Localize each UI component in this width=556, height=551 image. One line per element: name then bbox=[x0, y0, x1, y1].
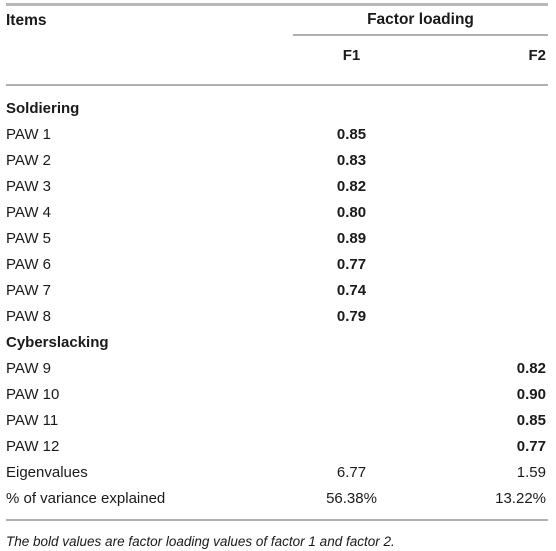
factor-loading-span-rule bbox=[293, 34, 548, 36]
row-label: Cyberslacking bbox=[6, 333, 109, 351]
row-label: % of variance explained bbox=[6, 489, 166, 507]
cell-f2: 0.85 bbox=[516, 411, 546, 429]
table-body: Soldiering PAW 1 0.85 PAW 2 0.83 PAW 3 0.82 PAW… bbox=[6, 86, 548, 511]
column-group-header-factor-loading: Factor loading bbox=[367, 11, 474, 28]
table-header-subrow: F1 F2 bbox=[6, 36, 548, 70]
row-label: Eigenvalues bbox=[6, 463, 88, 481]
row-label: PAW 3 bbox=[6, 177, 52, 195]
table-row: PAW 7 0.74 bbox=[6, 277, 548, 303]
cell-f1: 0.79 bbox=[336, 307, 367, 325]
row-label: PAW 7 bbox=[6, 281, 52, 299]
row-label: PAW 2 bbox=[6, 151, 52, 169]
row-label: PAW 11 bbox=[6, 411, 59, 429]
table-row: PAW 1 0.85 bbox=[6, 121, 548, 147]
cell-f1: 0.83 bbox=[336, 151, 367, 169]
cell-f1: 56.38% bbox=[326, 489, 377, 507]
table-row: PAW 11 0.85 bbox=[6, 407, 548, 433]
cell-f2: 0.82 bbox=[516, 359, 546, 377]
cell-f1: 6.77 bbox=[336, 463, 367, 481]
row-label: Soldiering bbox=[6, 99, 80, 117]
cell-f1: 0.74 bbox=[336, 281, 367, 299]
table-row: % of variance explained 56.38% 13.22% bbox=[6, 485, 548, 511]
row-label: PAW 10 bbox=[6, 385, 60, 403]
cell-f2: 13.22% bbox=[495, 489, 546, 507]
row-label: PAW 9 bbox=[6, 359, 52, 377]
table-group-row: Cyberslacking bbox=[6, 329, 548, 355]
cell-f2: 0.90 bbox=[516, 385, 546, 403]
table-row: Eigenvalues 6.77 1.59 bbox=[6, 459, 548, 485]
row-label: PAW 5 bbox=[6, 229, 52, 247]
row-label: PAW 4 bbox=[6, 203, 52, 221]
cell-f1: 0.82 bbox=[336, 177, 367, 195]
table-row: PAW 2 0.83 bbox=[6, 147, 548, 173]
cell-f1: 0.89 bbox=[336, 229, 367, 247]
table-row: PAW 9 0.82 bbox=[6, 355, 548, 381]
table-header-primary-row: Items Factor loading bbox=[6, 6, 548, 36]
table-row: PAW 12 0.77 bbox=[6, 433, 548, 459]
table-row: PAW 6 0.77 bbox=[6, 251, 548, 277]
table-body-bottom-gap bbox=[6, 511, 548, 519]
cell-f2: 0.77 bbox=[516, 437, 546, 455]
column-header-items: Items bbox=[6, 12, 47, 29]
table-row: PAW 3 0.82 bbox=[6, 173, 548, 199]
row-label: PAW 6 bbox=[6, 255, 52, 273]
row-label: PAW 12 bbox=[6, 437, 60, 455]
column-header-f2: F2 bbox=[528, 46, 546, 64]
factor-loading-group-header: Factor loading bbox=[293, 6, 548, 36]
cell-f2: 1.59 bbox=[516, 463, 546, 481]
table-group-row: Soldiering bbox=[6, 95, 548, 121]
cell-f1: 0.85 bbox=[336, 125, 367, 143]
column-header-f1: F1 bbox=[342, 46, 361, 64]
table-footnote: The bold values are factor loading value… bbox=[6, 534, 395, 549]
table-row: PAW 8 0.79 bbox=[6, 303, 548, 329]
table-row: PAW 4 0.80 bbox=[6, 199, 548, 225]
factor-loading-table: Items Factor loading F1 F2 Soldiering PAW… bbox=[0, 3, 556, 549]
cell-f1: 0.80 bbox=[336, 203, 367, 221]
table-row: PAW 10 0.90 bbox=[6, 381, 548, 407]
cell-f1: 0.77 bbox=[336, 255, 367, 273]
table-row: PAW 5 0.89 bbox=[6, 225, 548, 251]
header-bottom-gap bbox=[6, 70, 548, 84]
row-label: PAW 1 bbox=[6, 125, 52, 143]
row-label: PAW 8 bbox=[6, 307, 52, 325]
